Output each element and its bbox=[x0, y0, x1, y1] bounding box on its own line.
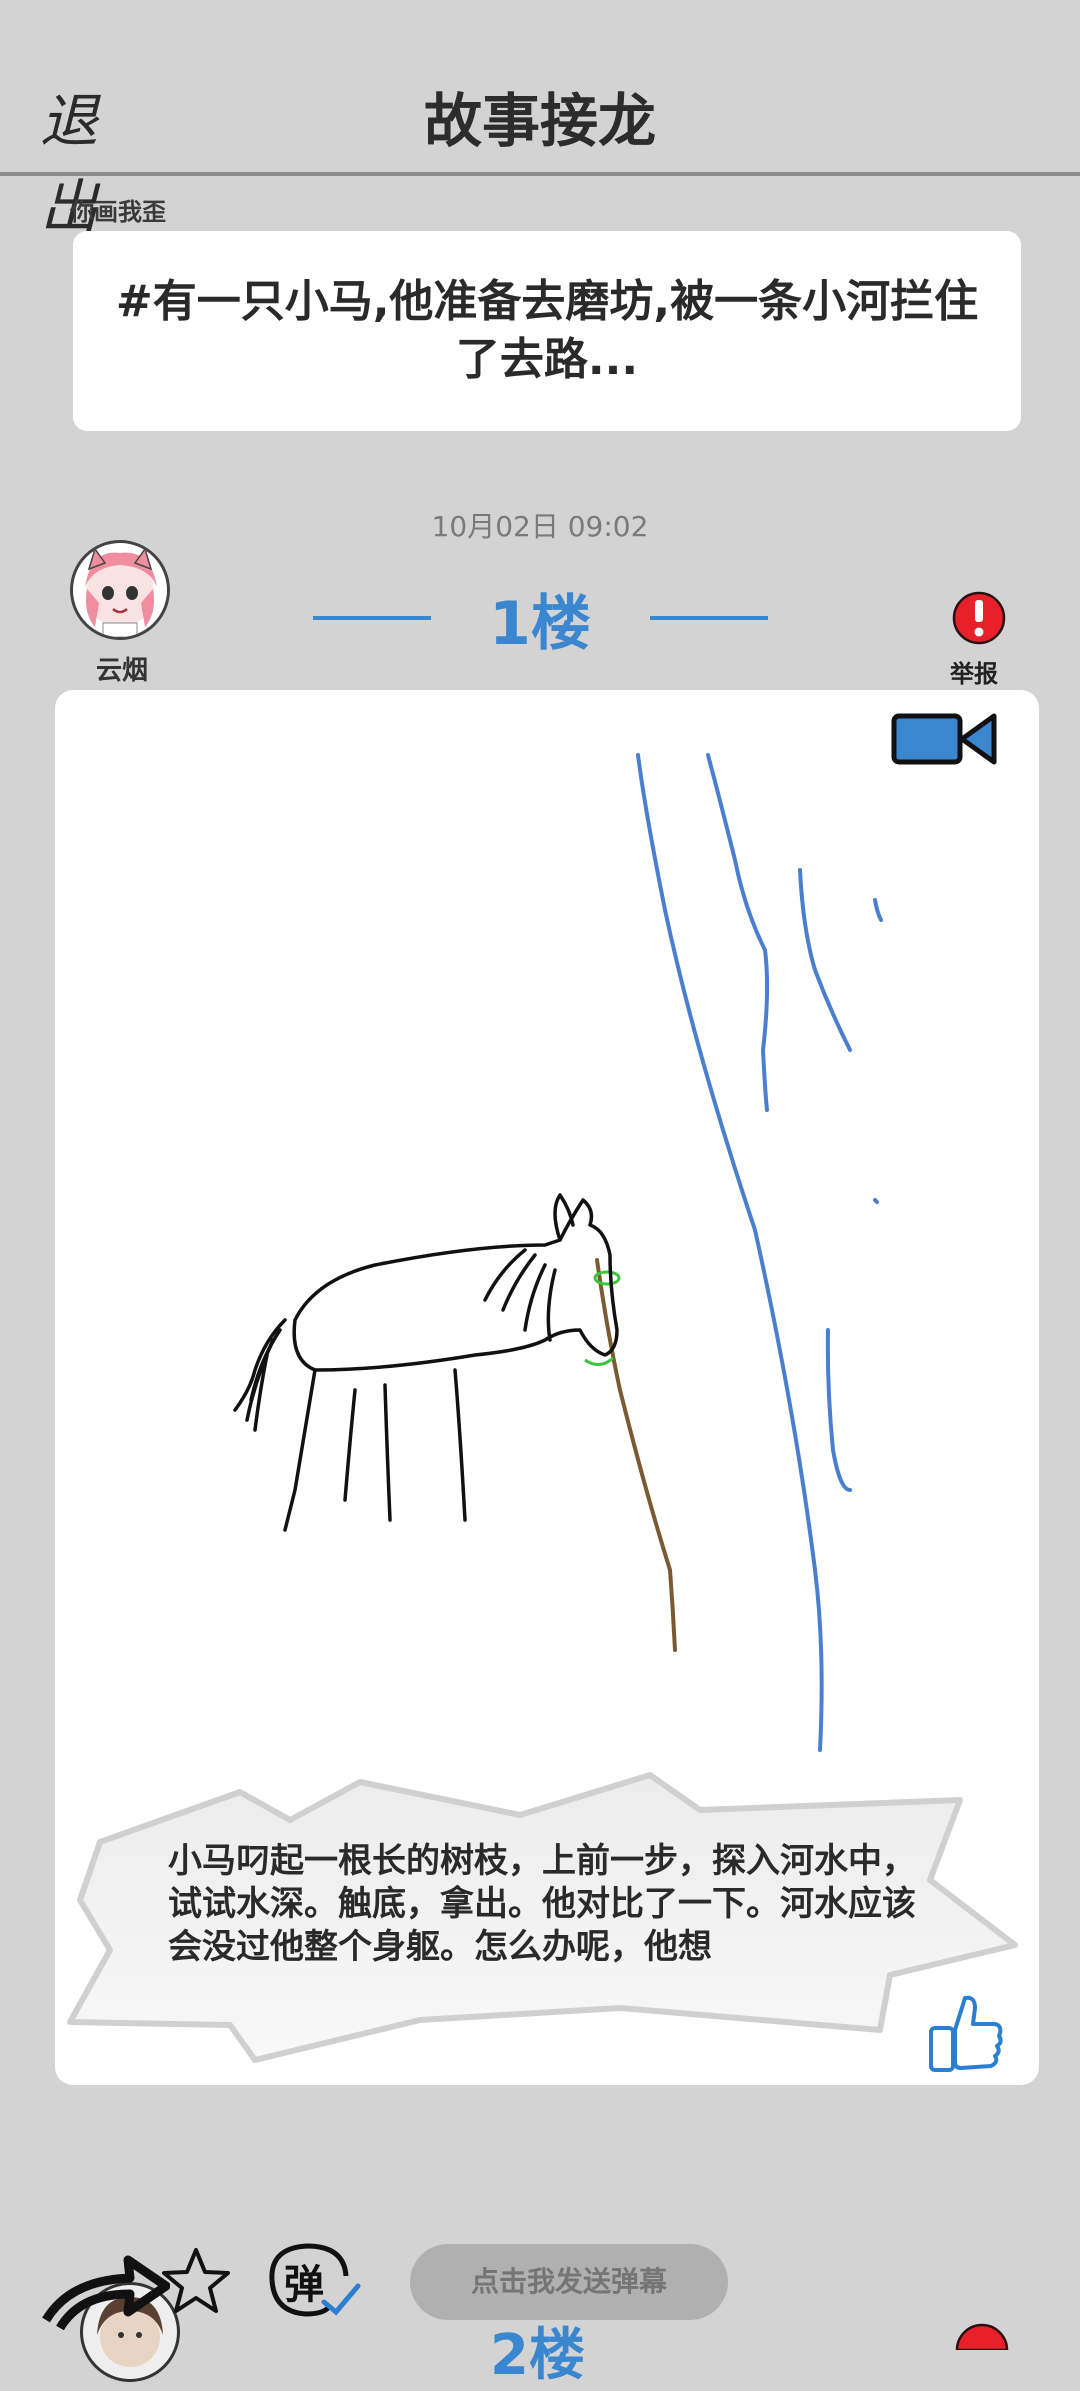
star-icon[interactable] bbox=[160, 2245, 232, 2317]
caption-text: 小马叼起一根长的树枝，上前一步，探入河水中，试试水深。触底，拿出。他对比了一下。… bbox=[168, 1841, 916, 1967]
share-arrow-icon[interactable] bbox=[40, 2250, 170, 2340]
page-title: 故事接龙 bbox=[423, 87, 656, 155]
poster-avatar[interactable] bbox=[70, 540, 170, 640]
next-floor-label: 2楼 bbox=[490, 2323, 585, 2388]
poster-username: 云烟 bbox=[95, 656, 148, 686]
post-timestamp: 10月02日 09:02 bbox=[431, 510, 649, 543]
exit-button[interactable]: 退出 bbox=[40, 78, 190, 241]
avatar-image bbox=[85, 547, 157, 637]
exclamation-icon[interactable] bbox=[952, 588, 1006, 650]
floor-divider-right bbox=[650, 616, 768, 620]
video-camera-icon[interactable] bbox=[890, 710, 1000, 768]
header-divider bbox=[0, 172, 1080, 176]
danmaku-icon-label: 弹 bbox=[284, 2262, 324, 2308]
story-prompt-text: #有一只小马,他准备去磨坊,被一条小河拦住了去路... bbox=[115, 276, 979, 385]
danmaku-toggle[interactable]: 弹 bbox=[262, 2240, 362, 2320]
exclamation-icon[interactable] bbox=[955, 2320, 1009, 2350]
story-prompt-card: #有一只小马,他准备去磨坊,被一条小河拦住了去路... bbox=[73, 231, 1021, 431]
story-author: 你画我歪 bbox=[70, 198, 166, 226]
report-button[interactable]: 举报 bbox=[950, 654, 998, 689]
thumbs-up-icon[interactable] bbox=[925, 1990, 1005, 2074]
floor-divider-left bbox=[313, 616, 431, 620]
floor-label: 1楼 bbox=[489, 589, 591, 659]
danmaku-input[interactable] bbox=[410, 2244, 728, 2320]
